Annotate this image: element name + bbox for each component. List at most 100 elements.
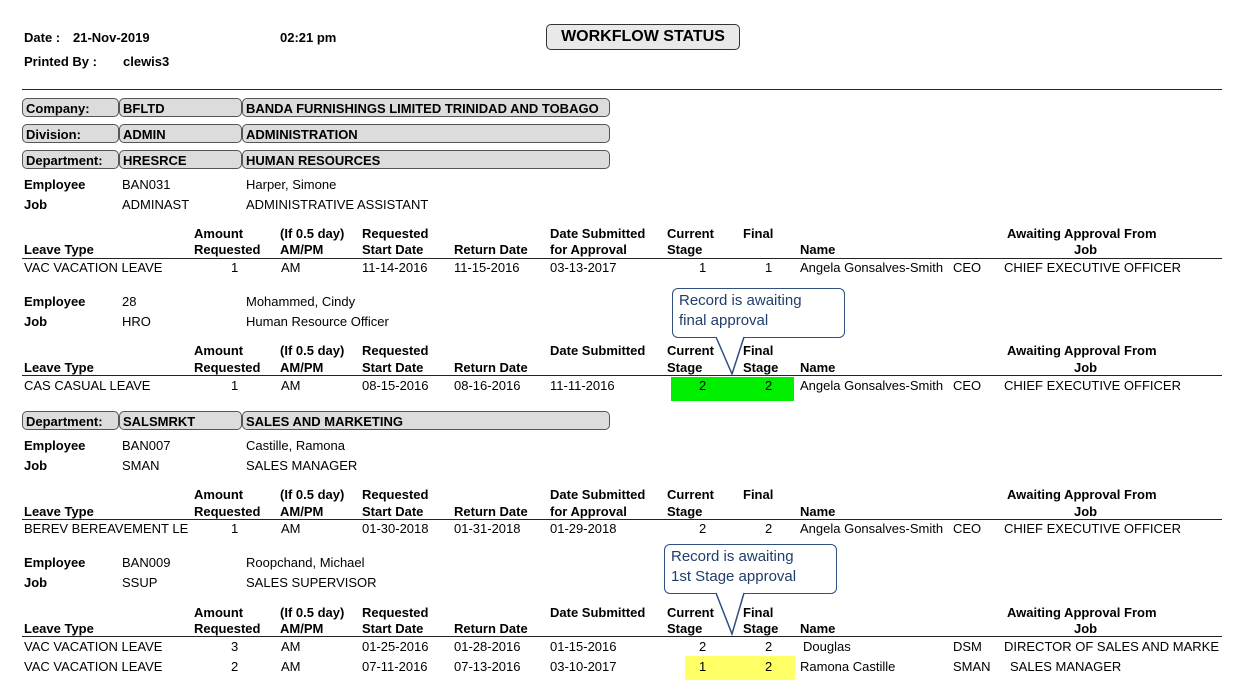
- cell-start: 01-25-2016: [362, 639, 429, 654]
- cell-amount: 2: [231, 659, 239, 674]
- cell-start: 07-11-2016: [362, 659, 428, 674]
- col-amount-1: Amount: [194, 343, 244, 358]
- col-amount-2: Requested: [194, 242, 261, 257]
- cell-current: 1: [699, 260, 707, 275]
- division-label: Division:: [22, 124, 119, 143]
- col-half-1: (If 0.5 day): [280, 605, 345, 620]
- company-name: BANDA FURNISHINGS LIMITED TRINIDAD AND T…: [242, 98, 610, 117]
- col-submitted-2: for Approval: [550, 242, 627, 257]
- col-awaiting-2: Job: [1074, 242, 1098, 257]
- cell-amount: 3: [231, 639, 239, 654]
- cell-leave: BEREV BEREAVEMENT LE: [24, 521, 189, 536]
- cell-approver-name: Ramona Castille: [800, 659, 896, 674]
- callout-pointer: [715, 336, 745, 377]
- job-name: ADMINISTRATIVE ASSISTANT: [246, 197, 429, 212]
- cell-ampm: AM: [281, 659, 301, 674]
- row-divider: [22, 375, 1222, 376]
- col-return: Return Date: [454, 621, 528, 636]
- col-awaiting-1: Awaiting Approval From: [1007, 605, 1157, 620]
- cell-amount: 1: [231, 378, 239, 393]
- cell-current: 2: [699, 378, 707, 393]
- cell-final: 2: [765, 639, 773, 654]
- company-label: Company:: [22, 98, 119, 117]
- employee-name: Roopchand, Michael: [246, 555, 365, 570]
- cell-return: 11-15-2016: [454, 260, 520, 275]
- callout-pointer: [715, 592, 745, 637]
- col-leave-type: Leave Type: [24, 242, 94, 257]
- cell-final: 2: [765, 659, 773, 674]
- cell-approver-job: CHIEF EXECUTIVE OFFICER: [1004, 521, 1181, 536]
- cell-leave: CAS CASUAL LEAVE: [24, 378, 151, 393]
- col-awaiting-2: Job: [1074, 504, 1098, 519]
- time-value: 02:21 pm: [280, 30, 337, 45]
- cell-ampm: AM: [281, 639, 301, 654]
- col-awaiting-1: Awaiting Approval From: [1007, 487, 1157, 502]
- col-current-2: Stage: [667, 504, 703, 519]
- department-label: Department:: [22, 411, 119, 430]
- division-name: ADMINISTRATION: [242, 124, 610, 143]
- cell-approver-code: CEO: [953, 521, 982, 536]
- col-submitted-1: Date Submitted: [550, 343, 646, 358]
- col-start-2: Start Date: [362, 242, 424, 257]
- col-amount-2: Requested: [194, 504, 261, 519]
- cell-return: 01-31-2018: [454, 521, 521, 536]
- col-start-2: Start Date: [362, 504, 424, 519]
- cell-approver-job: SALES MANAGER: [1010, 659, 1122, 674]
- employee-id: BAN031: [122, 177, 171, 192]
- department-code: HRESRCE: [119, 150, 242, 169]
- col-half-2: AM/PM: [280, 621, 324, 636]
- header-divider: [22, 89, 1222, 90]
- col-amount-1: Amount: [194, 226, 244, 241]
- department-code: SALSMRKT: [119, 411, 242, 430]
- col-half-2: AM/PM: [280, 504, 324, 519]
- col-final-2: Stage: [743, 621, 779, 636]
- employee-name: Castille, Ramona: [246, 438, 345, 453]
- employee-label: Employee: [24, 177, 86, 192]
- col-amount-2: Requested: [194, 621, 261, 636]
- cell-return: 07-13-2016: [454, 659, 521, 674]
- col-final-1: Final: [743, 487, 774, 502]
- cell-start: 01-30-2018: [362, 521, 429, 536]
- department-name: SALES AND MARKETING: [242, 411, 610, 430]
- cell-approver-name: Douglas: [803, 639, 851, 654]
- col-leave-type: Leave Type: [24, 621, 94, 636]
- col-return: Return Date: [454, 242, 528, 257]
- col-half-1: (If 0.5 day): [280, 226, 345, 241]
- col-current-2: Stage: [667, 621, 703, 636]
- job-label: Job: [24, 197, 48, 212]
- division-code: ADMIN: [119, 124, 242, 143]
- col-leave-type: Leave Type: [24, 504, 94, 519]
- callout-line-2: 1st Stage approval: [671, 568, 797, 585]
- col-submitted-1: Date Submitted: [550, 605, 646, 620]
- col-final-1: Final: [743, 226, 774, 241]
- employee-id: BAN007: [122, 438, 171, 453]
- cell-ampm: AM: [281, 378, 301, 393]
- cell-start: 11-14-2016: [362, 260, 428, 275]
- cell-final: 1: [765, 260, 773, 275]
- col-awaiting-1: Awaiting Approval From: [1007, 343, 1157, 358]
- cell-amount: 1: [231, 521, 239, 536]
- cell-final: 2: [765, 521, 773, 536]
- col-amount-1: Amount: [194, 605, 244, 620]
- row-divider: [22, 519, 1222, 520]
- cell-leave: VAC VACATION LEAVE: [24, 260, 163, 275]
- cell-ampm: AM: [281, 260, 301, 275]
- col-awaiting-1: Awaiting Approval From: [1007, 226, 1157, 241]
- job-label: Job: [24, 575, 48, 590]
- cell-current: 1: [699, 659, 707, 674]
- col-current-2: Stage: [667, 242, 703, 257]
- employee-label: Employee: [24, 438, 86, 453]
- employee-id: 28: [122, 294, 137, 309]
- employee-id: BAN009: [122, 555, 171, 570]
- col-submitted-2: for Approval: [550, 504, 627, 519]
- cell-current: 2: [699, 521, 707, 536]
- col-start-1: Requested: [362, 226, 429, 241]
- col-name: Name: [800, 360, 836, 375]
- col-amount-1: Amount: [194, 487, 244, 502]
- printed-by-value: clewis3: [123, 54, 170, 69]
- employee-name: Harper, Simone: [246, 177, 337, 192]
- cell-approver-code: DSM: [953, 639, 982, 654]
- col-name: Name: [800, 621, 836, 636]
- callout-line-2: final approval: [679, 312, 769, 329]
- cell-amount: 1: [231, 260, 239, 275]
